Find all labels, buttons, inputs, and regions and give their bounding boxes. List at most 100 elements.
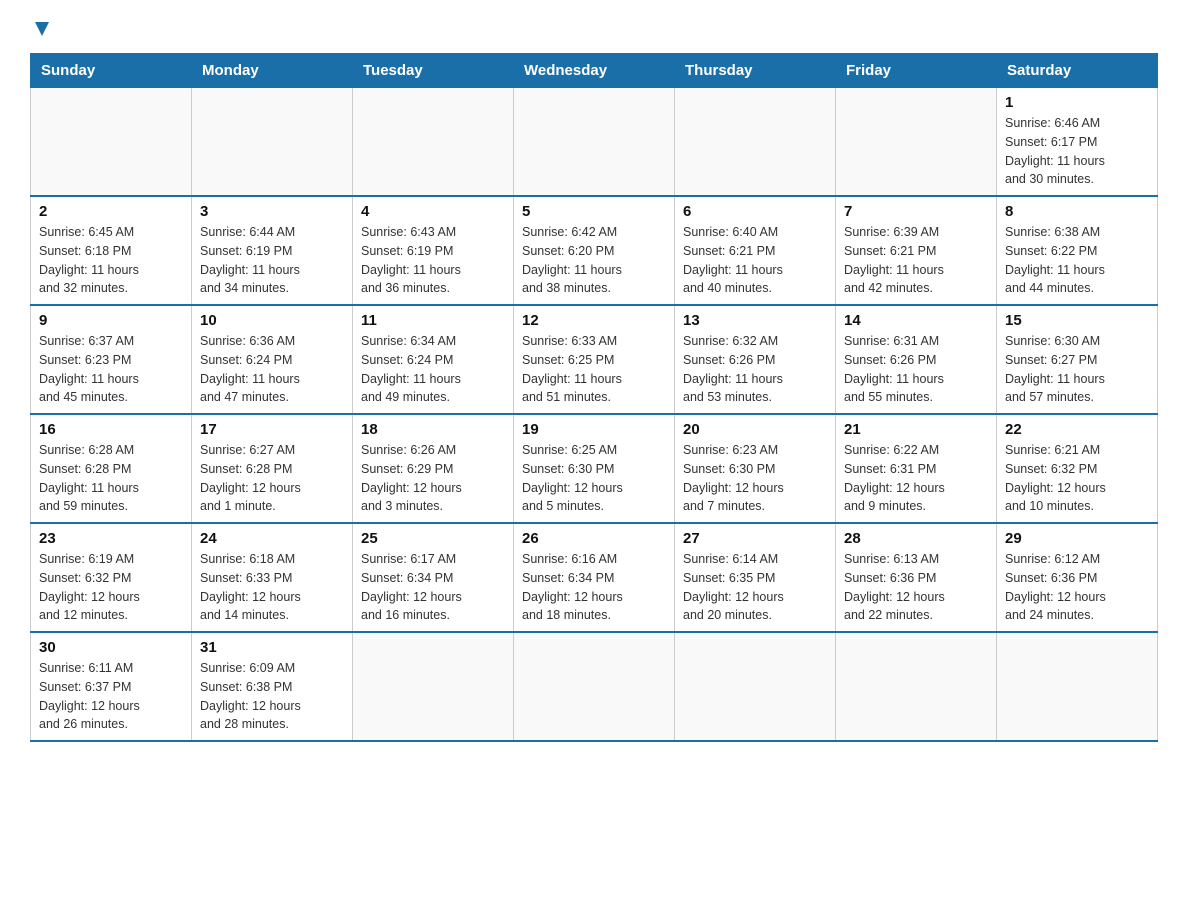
calendar-day-cell: 27Sunrise: 6:14 AM Sunset: 6:35 PM Dayli… xyxy=(675,523,836,632)
calendar-day-cell xyxy=(31,88,192,197)
day-info: Sunrise: 6:13 AM Sunset: 6:36 PM Dayligh… xyxy=(844,550,988,625)
calendar-day-cell: 26 Sunrise: 6:16 AM Sunset: 6:34 PM Dayli… xyxy=(514,523,675,632)
calendar-day-cell: 22 Sunrise: 6:21 AM Sunset: 6:32 PM Dayli… xyxy=(997,414,1158,523)
logo xyxy=(30,20,51,43)
calendar-week-row: 2Sunrise: 6:45 AM Sunset: 6:18 PM Daylig… xyxy=(31,196,1158,305)
calendar-day-cell: 18 Sunrise: 6:26 AM Sunset: 6:29 PM Dayli… xyxy=(353,414,514,523)
calendar-day-cell xyxy=(675,632,836,741)
day-number: 25 xyxy=(361,530,505,547)
day-number: 23 xyxy=(39,530,183,547)
day-number: 22 xyxy=(1005,421,1149,438)
calendar-day-cell: 11 Sunrise: 6:34 AM Sunset: 6:24 PM Dayli… xyxy=(353,305,514,414)
calendar-header-row: SundayMondayTuesdayWednesdayThursdayFrid… xyxy=(31,54,1158,88)
calendar-table: SundayMondayTuesdayWednesdayThursdayFrid… xyxy=(30,53,1158,742)
calendar-day-cell: 9Sunrise: 6:37 AM Sunset: 6:23 PM Daylig… xyxy=(31,305,192,414)
calendar-day-header: Friday xyxy=(836,54,997,88)
day-info: Sunrise: 6:39 AM Sunset: 6:21 PM Dayligh… xyxy=(844,223,988,298)
calendar-week-row: 23 Sunrise: 6:19 AM Sunset: 6:32 PM Dayli… xyxy=(31,523,1158,632)
day-info: Sunrise: 6:22 AM Sunset: 6:31 PM Dayligh… xyxy=(844,441,988,516)
day-number: 13 xyxy=(683,312,827,329)
calendar-day-cell: 30 Sunrise: 6:11 AM Sunset: 6:37 PM Dayli… xyxy=(31,632,192,741)
day-info: Sunrise: 6:19 AM Sunset: 6:32 PM Dayligh… xyxy=(39,550,183,625)
day-info: Sunrise: 6:11 AM Sunset: 6:37 PM Dayligh… xyxy=(39,659,183,734)
calendar-day-cell xyxy=(836,88,997,197)
calendar-day-cell: 3Sunrise: 6:44 AM Sunset: 6:19 PM Daylig… xyxy=(192,196,353,305)
day-info: Sunrise: 6:37 AM Sunset: 6:23 PM Dayligh… xyxy=(39,332,183,407)
day-number: 6 xyxy=(683,203,827,220)
day-number: 15 xyxy=(1005,312,1149,329)
calendar-day-cell: 23 Sunrise: 6:19 AM Sunset: 6:32 PM Dayli… xyxy=(31,523,192,632)
calendar-day-cell: 10Sunrise: 6:36 AM Sunset: 6:24 PM Dayli… xyxy=(192,305,353,414)
day-number: 17 xyxy=(200,421,344,438)
calendar-day-header: Saturday xyxy=(997,54,1158,88)
calendar-day-cell xyxy=(997,632,1158,741)
day-number: 24 xyxy=(200,530,344,547)
day-number: 12 xyxy=(522,312,666,329)
day-number: 3 xyxy=(200,203,344,220)
day-number: 4 xyxy=(361,203,505,220)
calendar-day-cell: 21 Sunrise: 6:22 AM Sunset: 6:31 PM Dayli… xyxy=(836,414,997,523)
day-info: Sunrise: 6:38 AM Sunset: 6:22 PM Dayligh… xyxy=(1005,223,1149,298)
calendar-day-cell: 15 Sunrise: 6:30 AM Sunset: 6:27 PM Dayli… xyxy=(997,305,1158,414)
day-info: Sunrise: 6:16 AM Sunset: 6:34 PM Dayligh… xyxy=(522,550,666,625)
day-info: Sunrise: 6:36 AM Sunset: 6:24 PM Dayligh… xyxy=(200,332,344,407)
calendar-day-cell xyxy=(675,88,836,197)
calendar-day-header: Wednesday xyxy=(514,54,675,88)
day-info: Sunrise: 6:25 AM Sunset: 6:30 PM Dayligh… xyxy=(522,441,666,516)
day-number: 31 xyxy=(200,639,344,656)
calendar-day-cell: 1Sunrise: 6:46 AM Sunset: 6:17 PM Daylig… xyxy=(997,88,1158,197)
day-info: Sunrise: 6:21 AM Sunset: 6:32 PM Dayligh… xyxy=(1005,441,1149,516)
day-info: Sunrise: 6:12 AM Sunset: 6:36 PM Dayligh… xyxy=(1005,550,1149,625)
day-info: Sunrise: 6:42 AM Sunset: 6:20 PM Dayligh… xyxy=(522,223,666,298)
calendar-week-row: 1Sunrise: 6:46 AM Sunset: 6:17 PM Daylig… xyxy=(31,88,1158,197)
day-number: 16 xyxy=(39,421,183,438)
calendar-day-header: Tuesday xyxy=(353,54,514,88)
calendar-day-cell: 17Sunrise: 6:27 AM Sunset: 6:28 PM Dayli… xyxy=(192,414,353,523)
calendar-week-row: 9Sunrise: 6:37 AM Sunset: 6:23 PM Daylig… xyxy=(31,305,1158,414)
day-number: 30 xyxy=(39,639,183,656)
calendar-day-cell: 20Sunrise: 6:23 AM Sunset: 6:30 PM Dayli… xyxy=(675,414,836,523)
day-number: 27 xyxy=(683,530,827,547)
day-number: 26 xyxy=(522,530,666,547)
calendar-day-cell: 7 Sunrise: 6:39 AM Sunset: 6:21 PM Daylig… xyxy=(836,196,997,305)
day-number: 14 xyxy=(844,312,988,329)
calendar-day-header: Monday xyxy=(192,54,353,88)
calendar-day-cell xyxy=(836,632,997,741)
day-info: Sunrise: 6:26 AM Sunset: 6:29 PM Dayligh… xyxy=(361,441,505,516)
calendar-day-cell: 25Sunrise: 6:17 AM Sunset: 6:34 PM Dayli… xyxy=(353,523,514,632)
day-info: Sunrise: 6:28 AM Sunset: 6:28 PM Dayligh… xyxy=(39,441,183,516)
calendar-day-header: Sunday xyxy=(31,54,192,88)
day-number: 29 xyxy=(1005,530,1149,547)
calendar-day-cell xyxy=(514,632,675,741)
calendar-day-cell: 16 Sunrise: 6:28 AM Sunset: 6:28 PM Dayli… xyxy=(31,414,192,523)
day-number: 7 xyxy=(844,203,988,220)
calendar-week-row: 16 Sunrise: 6:28 AM Sunset: 6:28 PM Dayli… xyxy=(31,414,1158,523)
calendar-day-cell: 4Sunrise: 6:43 AM Sunset: 6:19 PM Daylig… xyxy=(353,196,514,305)
calendar-day-cell xyxy=(192,88,353,197)
day-info: Sunrise: 6:30 AM Sunset: 6:27 PM Dayligh… xyxy=(1005,332,1149,407)
page-header xyxy=(30,20,1158,43)
calendar-day-header: Thursday xyxy=(675,54,836,88)
calendar-day-cell: 14Sunrise: 6:31 AM Sunset: 6:26 PM Dayli… xyxy=(836,305,997,414)
calendar-week-row: 30 Sunrise: 6:11 AM Sunset: 6:37 PM Dayli… xyxy=(31,632,1158,741)
calendar-day-cell xyxy=(353,88,514,197)
calendar-day-cell: 6 Sunrise: 6:40 AM Sunset: 6:21 PM Daylig… xyxy=(675,196,836,305)
day-number: 5 xyxy=(522,203,666,220)
day-info: Sunrise: 6:46 AM Sunset: 6:17 PM Dayligh… xyxy=(1005,114,1149,189)
calendar-day-cell: 12Sunrise: 6:33 AM Sunset: 6:25 PM Dayli… xyxy=(514,305,675,414)
day-number: 21 xyxy=(844,421,988,438)
calendar-day-cell: 24 Sunrise: 6:18 AM Sunset: 6:33 PM Dayli… xyxy=(192,523,353,632)
calendar-day-cell: 8Sunrise: 6:38 AM Sunset: 6:22 PM Daylig… xyxy=(997,196,1158,305)
calendar-day-cell: 28 Sunrise: 6:13 AM Sunset: 6:36 PM Dayli… xyxy=(836,523,997,632)
day-number: 28 xyxy=(844,530,988,547)
day-info: Sunrise: 6:40 AM Sunset: 6:21 PM Dayligh… xyxy=(683,223,827,298)
day-number: 2 xyxy=(39,203,183,220)
calendar-day-cell: 31Sunrise: 6:09 AM Sunset: 6:38 PM Dayli… xyxy=(192,632,353,741)
day-info: Sunrise: 6:18 AM Sunset: 6:33 PM Dayligh… xyxy=(200,550,344,625)
calendar-day-cell: 29 Sunrise: 6:12 AM Sunset: 6:36 PM Dayli… xyxy=(997,523,1158,632)
calendar-day-cell: 13Sunrise: 6:32 AM Sunset: 6:26 PM Dayli… xyxy=(675,305,836,414)
calendar-day-cell: 2Sunrise: 6:45 AM Sunset: 6:18 PM Daylig… xyxy=(31,196,192,305)
day-number: 18 xyxy=(361,421,505,438)
day-info: Sunrise: 6:34 AM Sunset: 6:24 PM Dayligh… xyxy=(361,332,505,407)
day-number: 11 xyxy=(361,312,505,329)
